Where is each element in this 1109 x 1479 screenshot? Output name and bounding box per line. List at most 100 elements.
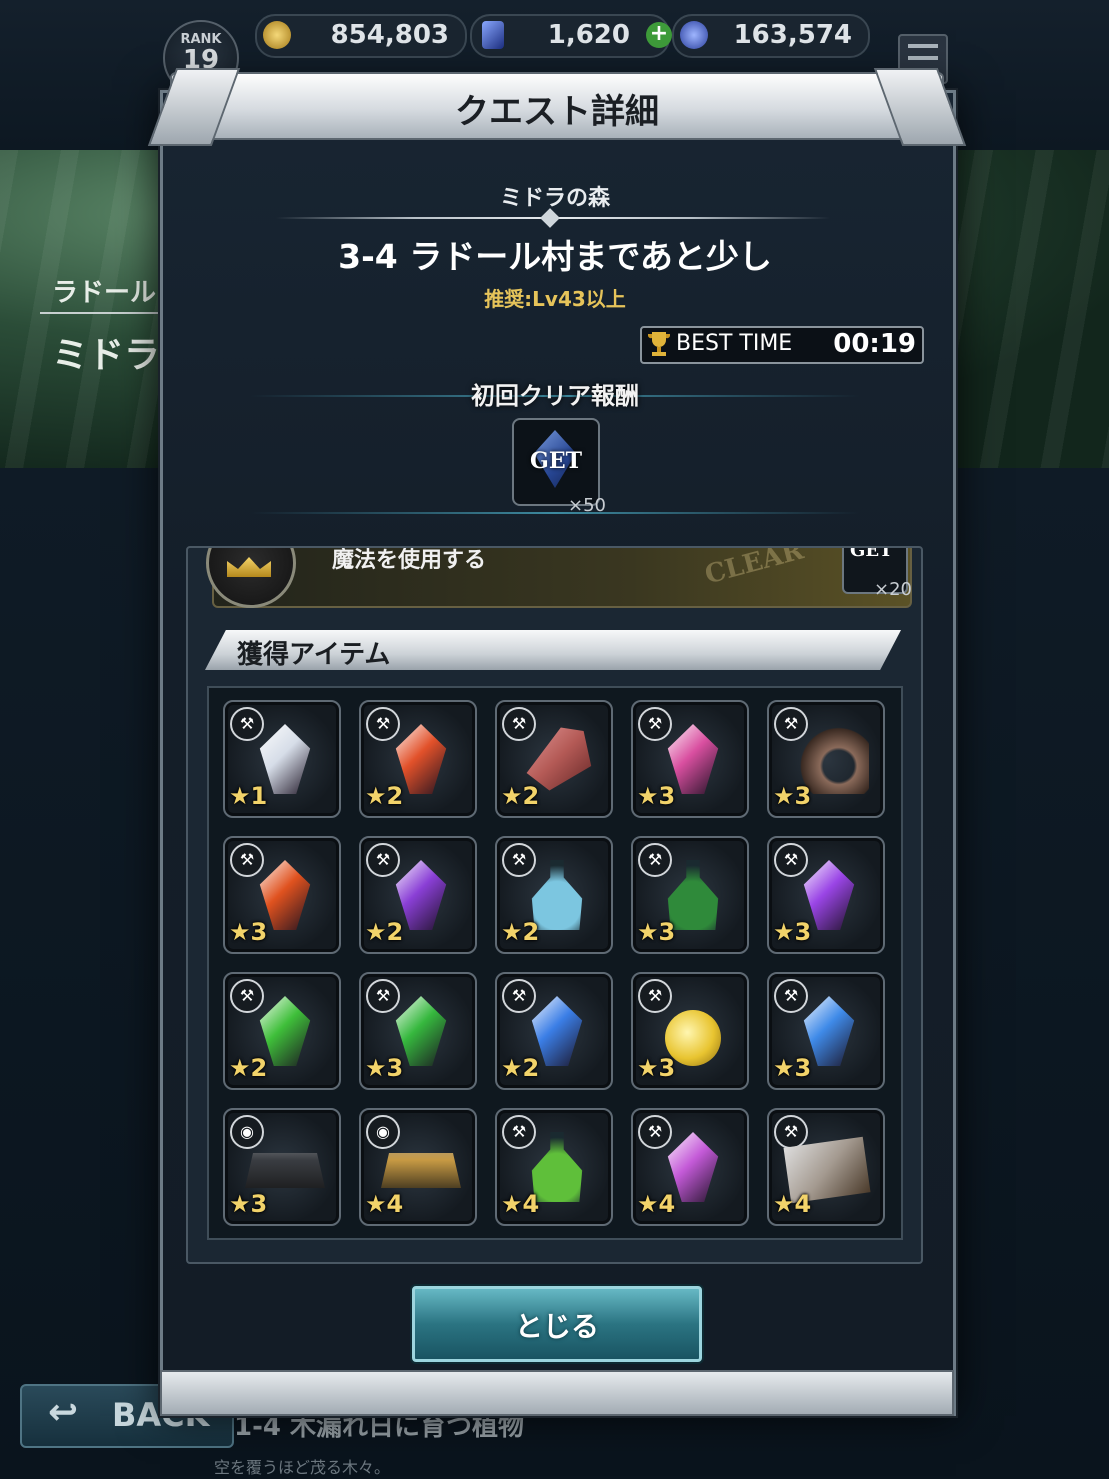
rarity-label: ★2 xyxy=(365,918,403,946)
crafting-material-icon: ⚒ xyxy=(502,843,536,877)
star-icon: ★ xyxy=(229,782,251,810)
star-icon: ★ xyxy=(365,1190,387,1218)
rarity-value: 3 xyxy=(250,1190,268,1218)
crafting-material-icon: ⚒ xyxy=(366,979,400,1013)
rarity-label: ★3 xyxy=(773,1054,811,1082)
lapis-value: 1,620 xyxy=(547,20,630,50)
item-slot[interactable]: ⚒ ★2 xyxy=(495,972,613,1090)
rarity-value: 3 xyxy=(386,1054,404,1082)
star-icon: ★ xyxy=(501,782,523,810)
stamina-value: 163,574 xyxy=(733,20,852,50)
rarity-value: 3 xyxy=(658,782,676,810)
item-slot[interactable]: ⚒ ★1 xyxy=(223,700,341,818)
quest-area-name: ミドラの森 xyxy=(499,186,610,211)
rarity-label: ★2 xyxy=(365,782,403,810)
crafting-material-icon: ⚒ xyxy=(230,979,264,1013)
lapis-icon xyxy=(482,21,504,49)
crafting-material-icon: ⚒ xyxy=(638,979,672,1013)
item-slot[interactable]: ⚒ ★2 xyxy=(495,700,613,818)
rarity-label: ★2 xyxy=(501,1054,539,1082)
crafting-material-icon: ⚒ xyxy=(502,707,536,741)
stamina-counter: 163,574 xyxy=(672,14,870,58)
item-slot[interactable]: ⚒ ★3 xyxy=(359,972,477,1090)
rarity-label: ★3 xyxy=(637,782,675,810)
item-slot[interactable]: ◉ ★4 xyxy=(359,1108,477,1226)
mission-text: 魔法を使用する xyxy=(332,548,487,573)
star-icon: ★ xyxy=(637,1190,659,1218)
close-label: とじる xyxy=(514,1310,599,1343)
rarity-value: 3 xyxy=(250,918,268,946)
crafting-material-icon: ⚒ xyxy=(230,843,264,877)
rarity-label: ★4 xyxy=(773,1190,811,1218)
rarity-label: ★3 xyxy=(365,1054,403,1082)
crafting-material-icon: ⚒ xyxy=(774,979,808,1013)
star-icon: ★ xyxy=(773,918,795,946)
star-icon: ★ xyxy=(637,782,659,810)
item-slot[interactable]: ⚒ ★4 xyxy=(631,1108,749,1226)
rarity-label: ★2 xyxy=(229,1054,267,1082)
item-slot[interactable]: ⚒ ★3 xyxy=(767,836,885,954)
rarity-value: 2 xyxy=(522,782,540,810)
star-icon: ★ xyxy=(501,1190,523,1218)
crafting-material-icon: ⚒ xyxy=(638,843,672,877)
trophy-icon xyxy=(648,332,670,356)
gil-value: 854,803 xyxy=(330,20,449,50)
item-slot[interactable]: ⚒ ★2 xyxy=(359,836,477,954)
background-quest-subtitle: 空を覆うほど茂る木々。 xyxy=(214,1458,391,1477)
rarity-value: 3 xyxy=(794,1054,812,1082)
item-slot[interactable]: ◉ ★3 xyxy=(223,1108,341,1226)
rarity-value: 3 xyxy=(794,782,812,810)
area-title: ミドラ xyxy=(52,335,161,376)
title-divider xyxy=(276,217,830,219)
item-slot[interactable]: ⚒ ★2 xyxy=(495,836,613,954)
dialog-title: クエスト詳細 xyxy=(455,92,659,132)
item-slot[interactable]: ⚒ ★2 xyxy=(359,700,477,818)
item-slot[interactable]: ⚒ ★2 xyxy=(223,972,341,1090)
rarity-value: 2 xyxy=(386,918,404,946)
rarity-label: ★3 xyxy=(637,1054,675,1082)
item-slot[interactable]: ⚒ ★3 xyxy=(631,700,749,818)
item-slot[interactable]: ⚒ ★3 xyxy=(767,972,885,1090)
crafting-material-icon: ⚒ xyxy=(638,707,672,741)
mission-reward[interactable]: GET ×20 xyxy=(842,548,912,600)
star-icon: ★ xyxy=(365,918,387,946)
close-button[interactable]: とじる xyxy=(412,1286,702,1362)
ingot-badge-icon: ◉ xyxy=(366,1115,400,1149)
item-slot[interactable]: ⚒ ★3 xyxy=(631,972,749,1090)
rarity-value: 4 xyxy=(794,1190,812,1218)
crafting-material-icon: ⚒ xyxy=(774,1115,808,1149)
add-lapis-button[interactable]: + xyxy=(646,22,672,48)
rarity-label: ★3 xyxy=(229,1190,267,1218)
star-icon: ★ xyxy=(365,782,387,810)
rarity-value: 4 xyxy=(522,1190,540,1218)
item-slot[interactable]: ⚒ ★3 xyxy=(223,836,341,954)
rarity-value: 2 xyxy=(522,1054,540,1082)
star-icon: ★ xyxy=(229,1190,251,1218)
first-clear-reward[interactable]: GET ×50 xyxy=(512,418,606,516)
rarity-value: 3 xyxy=(794,918,812,946)
crafting-material-icon: ⚒ xyxy=(638,1115,672,1149)
area-label: ラドール xyxy=(52,278,157,308)
star-icon: ★ xyxy=(229,918,251,946)
back-arrow-icon: ↩ xyxy=(48,1392,79,1433)
obtained-items-title: 獲得アイテム xyxy=(237,640,391,670)
recommended-level: 推奨:Lv43以上 xyxy=(484,287,626,311)
ingot-badge-icon: ◉ xyxy=(230,1115,264,1149)
first-clear-label: 初回クリア報酬 xyxy=(471,382,639,410)
item-slot[interactable]: ⚒ ★4 xyxy=(495,1108,613,1226)
star-icon: ★ xyxy=(229,1054,251,1082)
crafting-material-icon: ⚒ xyxy=(366,707,400,741)
star-icon: ★ xyxy=(637,1054,659,1082)
quest-name: 3-4 ラドール村まであと少し xyxy=(338,237,772,276)
rarity-label: ★3 xyxy=(637,918,675,946)
mission-row: 魔法を使用する CLEAR GET ×20 xyxy=(206,548,912,608)
rarity-value: 4 xyxy=(658,1190,676,1218)
item-slot[interactable]: ⚒ ★3 xyxy=(631,836,749,954)
crafting-material-icon: ⚒ xyxy=(502,1115,536,1149)
item-slot[interactable]: ⚒ ★3 xyxy=(767,700,885,818)
item-slot[interactable]: ⚒ ★4 xyxy=(767,1108,885,1226)
orb-icon xyxy=(680,21,708,49)
rarity-label: ★4 xyxy=(637,1190,675,1218)
rarity-label: ★3 xyxy=(773,918,811,946)
rarity-value: 2 xyxy=(250,1054,268,1082)
